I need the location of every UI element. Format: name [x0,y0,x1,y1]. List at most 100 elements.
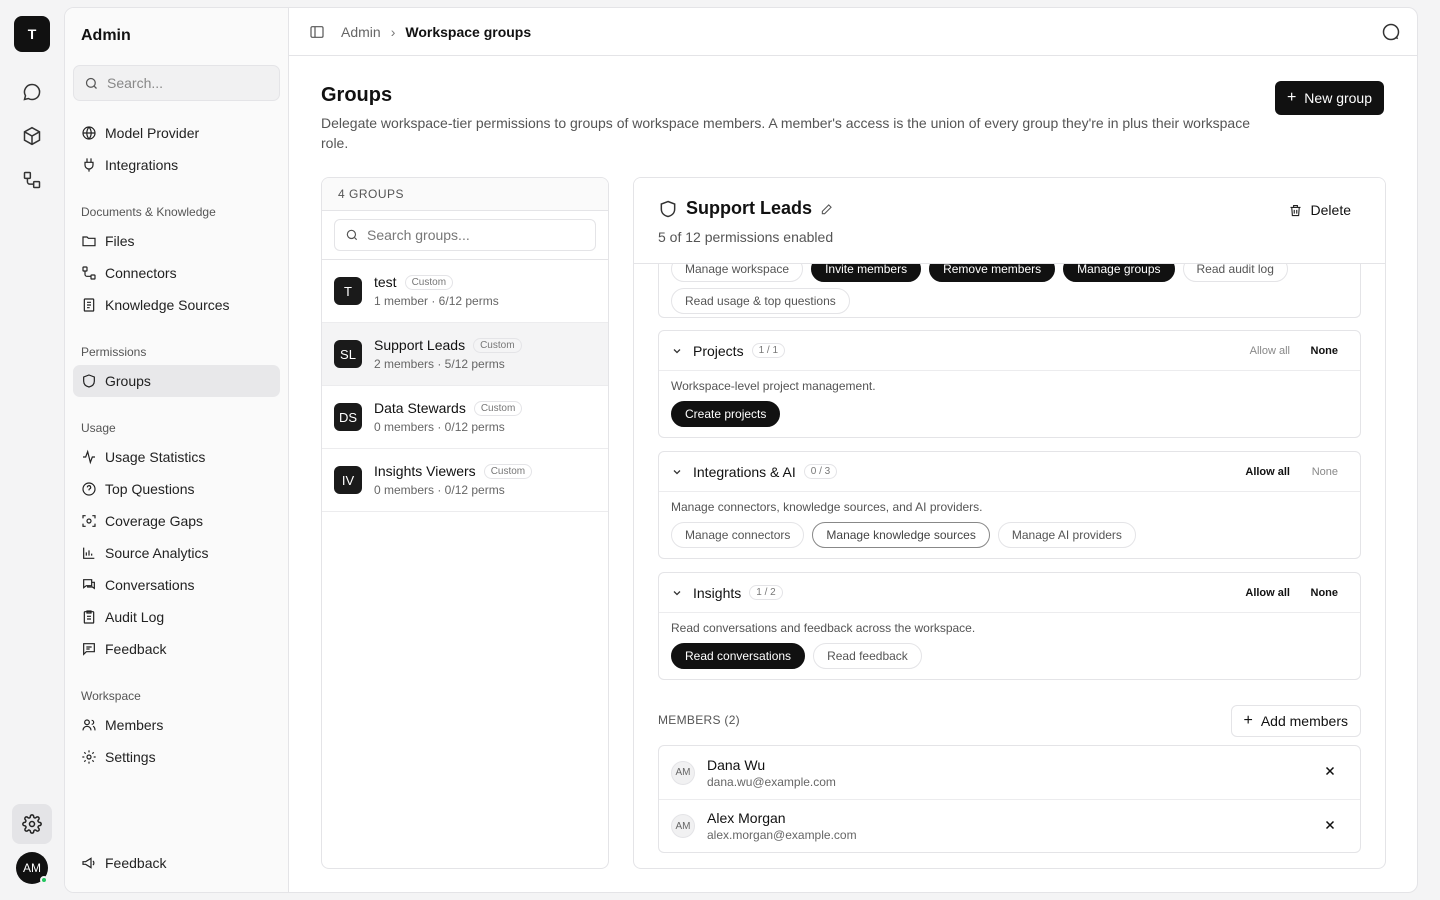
globe-icon [82,126,96,140]
app-rail: T AM [0,0,64,900]
sidebar-item-source-analytics[interactable]: Source Analytics [73,537,280,569]
online-status-dot [40,876,48,884]
member-name: Dana Wu [707,756,766,773]
perm-card-header[interactable]: Projects 1 / 1 Allow all None [659,331,1360,371]
none-button[interactable]: None [1312,466,1338,478]
workspace-logo[interactable]: T [14,16,50,52]
sidebar-item-conversations[interactable]: Conversations [73,569,280,601]
allow-all-button[interactable]: Allow all [1250,345,1290,357]
breadcrumb-admin[interactable]: Admin [341,24,381,40]
user-avatar[interactable]: AM [16,852,48,884]
admin-sidebar: Admin Search... Model Provider Integrati… [65,8,289,892]
avatar: AM [671,760,695,785]
sidebar-item-coverage-gaps[interactable]: Coverage Gaps [73,505,280,537]
group-meta: 0 members · 0/12 perms [374,483,505,497]
group-name: Data Stewards [374,400,466,416]
search-icon [85,77,97,89]
top-bar: Admin › Workspace groups [289,8,1417,56]
message-icon [83,643,95,656]
cube-icon[interactable] [16,120,48,152]
member-name: Alex Morgan [707,810,786,826]
remove-member-button[interactable] [1324,764,1336,782]
sidebar-item-members[interactable]: Members [73,709,280,741]
sidebar-title: Admin [81,27,131,44]
shield-icon [83,374,95,388]
scan-icon [82,515,96,527]
group-row-test[interactable]: T test Custom 1 member · 6/12 perms [322,260,608,323]
perm-card-header[interactable]: Integrations & AI 0 / 3 Allow all None [659,452,1360,492]
perm-card-description: Workspace-level project management. [671,379,876,393]
shield-icon [660,200,676,217]
sidebar-item-connectors[interactable]: Connectors [73,257,280,289]
new-group-button[interactable]: + New group [1274,81,1384,115]
perm-chip[interactable]: Read usage & top questions [671,288,850,314]
perm-card-integrations: Integrations & AI 0 / 3 Allow all None M… [658,451,1361,559]
perm-chip[interactable]: Manage connectors [671,522,805,548]
sidebar-item-groups[interactable]: Groups [73,365,280,397]
group-name: Support Leads [374,337,466,353]
sidebar-section-permissions: Permissions [81,345,147,359]
groups-list-panel: 4 GROUPS Search groups... T test Custom 1… [321,177,609,869]
trash-icon [1290,204,1301,216]
breadcrumb-current: Workspace groups [405,23,532,40]
sidebar-item-feedback[interactable]: Feedback [73,633,280,665]
none-button[interactable]: None [1311,345,1339,357]
chat-icon[interactable] [16,76,48,108]
gear-icon [22,814,42,834]
sidebar-item-top-questions[interactable]: Top Questions [73,473,280,505]
perm-chip[interactable]: Read feedback [813,643,922,669]
group-badge: Custom [473,338,522,353]
sidebar-item-audit-log[interactable]: Audit Log [73,601,280,633]
chat-icon [83,579,95,590]
group-row-data-stewards[interactable]: DS Data Stewards Custom 0 members · 0/12 … [322,386,608,449]
sidebar-item-integrations[interactable]: Integrations [73,149,280,181]
sidebar-toggle-icon[interactable] [309,24,325,40]
plus-icon: + [1286,89,1297,106]
avatar: AM [671,814,695,838]
delete-group-button[interactable]: Delete [1288,202,1351,218]
sidebar-footer-feedback[interactable]: Feedback [73,847,280,879]
add-members-button[interactable]: + Add members [1230,705,1361,737]
perm-card-description: Read conversations and feedback across t… [671,621,976,635]
none-button[interactable]: None [1311,587,1339,599]
remove-member-button[interactable] [1324,818,1336,836]
perm-chip[interactable]: Manage knowledge sources [812,522,990,548]
clipboard-icon [83,610,95,624]
sidebar-item-files[interactable]: Files [73,225,280,257]
sidebar-item-usage-statistics[interactable]: Usage Statistics [73,441,280,473]
member-row: AM Dana Wu dana.wu@example.com [659,746,1360,799]
perm-card-header[interactable]: Insights 1 / 2 Allow all None [659,573,1360,613]
question-icon [82,482,96,496]
members-list: AM Dana Wu dana.wu@example.com AM Alex M… [658,745,1361,853]
member-row: AM Alex Morgan alex.morgan@example.com [659,799,1360,852]
group-avatar: DS [334,403,362,431]
app-frame: Admin Search... Model Provider Integrati… [64,7,1418,893]
allow-all-button[interactable]: Allow all [1245,466,1290,478]
sidebar-item-settings[interactable]: Settings [73,741,280,773]
permissions-summary: 5 of 12 permissions enabled [658,229,834,245]
sidebar-search-input[interactable]: Search... [73,65,280,101]
sidebar-item-model-provider[interactable]: Model Provider [73,117,280,149]
settings-button[interactable] [12,804,52,844]
sidebar-item-knowledge-sources[interactable]: Knowledge Sources [73,289,280,321]
bar-chart-icon [83,547,95,559]
group-row-support-leads[interactable]: SL Support Leads Custom 2 members · 5/12 … [322,323,608,386]
group-title: Support Leads [686,198,813,218]
connector-icon [82,266,96,280]
search-icon[interactable] [1381,22,1401,45]
book-icon [83,298,95,312]
gear-icon [82,750,96,764]
allow-all-button[interactable]: Allow all [1245,587,1290,599]
perm-chip[interactable]: Create projects [671,401,781,427]
workflow-icon[interactable] [16,164,48,196]
perm-chip[interactable]: Read conversations [671,643,806,669]
chevron-down-icon [673,469,681,474]
group-row-insights-viewers[interactable]: IV Insights Viewers Custom 0 members · 0/… [322,449,608,512]
pencil-icon[interactable] [820,202,834,216]
member-email: dana.wu@example.com [707,774,836,789]
groups-search-input[interactable]: Search groups... [334,219,596,251]
sidebar-section-usage: Usage [81,421,116,435]
main-content: Admin › Workspace groups Groups Delegate… [289,8,1417,892]
perm-chip[interactable]: Manage AI providers [997,522,1136,548]
sidebar-section-documents: Documents & Knowledge [81,205,216,219]
